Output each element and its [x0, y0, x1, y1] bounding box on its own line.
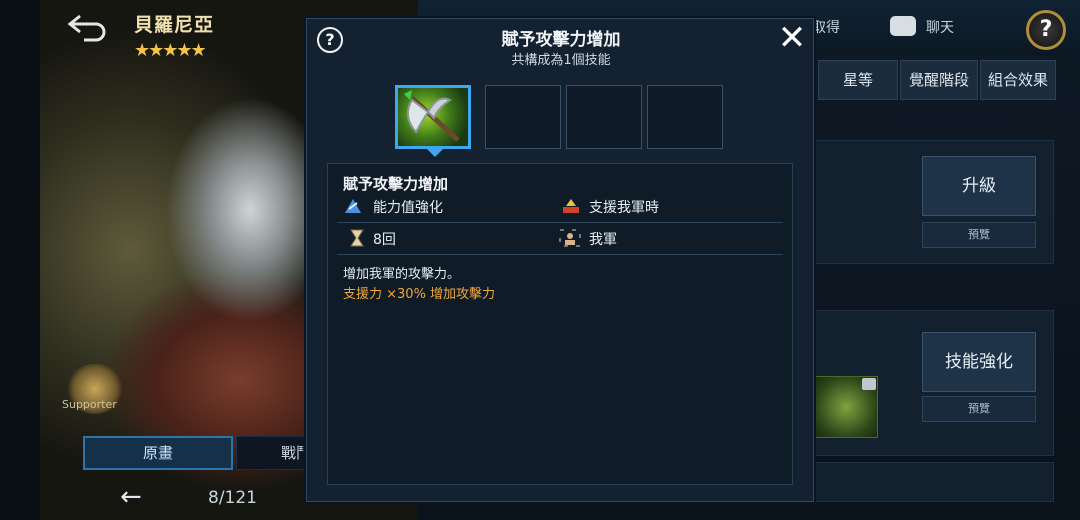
skill-name: 賦予攻擊力增加: [343, 175, 449, 193]
skill-slot-2[interactable]: [485, 85, 561, 149]
page-counter: 8/121: [208, 488, 257, 508]
skill-slot-3[interactable]: [566, 85, 642, 149]
upgrade-preview-button[interactable]: 預覽: [922, 222, 1036, 248]
previous-arrow-icon[interactable]: ←: [120, 484, 142, 510]
tab-combo-effect[interactable]: 組合效果: [980, 60, 1056, 100]
back-arrow-icon[interactable]: [66, 10, 110, 44]
ally-target-icon: [559, 229, 581, 247]
skill-popup: ? 賦予攻擊力增加 共構成為1個技能 ✕ 賦予攻擊力增加 能力值強化 支援我軍時: [306, 18, 814, 502]
skill-effect: 支援力 ×30% 增加攻擊力: [343, 287, 496, 302]
stat-boost-icon: [343, 197, 363, 215]
top-item-obtain[interactable]: 取得: [812, 17, 840, 37]
art-button[interactable]: 原畫: [83, 436, 233, 470]
skill-slot-1[interactable]: [395, 85, 471, 149]
hourglass-icon: [347, 229, 367, 247]
slot-pointer: [427, 149, 443, 157]
popup-title: 賦予攻擊力增加: [501, 30, 621, 50]
help-button[interactable]: ?: [1026, 10, 1066, 50]
close-icon[interactable]: ✕: [777, 21, 807, 55]
skill-upgrade-button[interactable]: 技能強化: [922, 332, 1036, 392]
popup-subtitle: 共構成為1個技能: [511, 53, 611, 68]
support-trigger-icon: [561, 197, 581, 215]
axe-icon: [404, 90, 460, 142]
skill-preview-button[interactable]: 預覽: [922, 396, 1036, 422]
tab-star-grade[interactable]: 星等: [818, 60, 898, 100]
lock-icon: [862, 378, 876, 390]
hero-name: 貝羅尼亞: [134, 14, 215, 36]
chat-icon[interactable]: [890, 16, 916, 36]
hero-stars: ★★★★★: [134, 40, 207, 61]
role-label: Supporter: [62, 398, 117, 411]
skill-type: 能力值強化: [373, 200, 443, 216]
skill-target: 我軍: [589, 232, 617, 248]
chat-label[interactable]: 聊天: [926, 17, 954, 37]
tab-awakening[interactable]: 覺醒階段: [900, 60, 978, 100]
skill-description: 增加我軍的攻擊力。: [343, 267, 461, 282]
skill-slot-4[interactable]: [647, 85, 723, 149]
divider: [337, 254, 783, 255]
divider: [337, 222, 783, 223]
skill-trigger: 支援我軍時: [589, 200, 659, 216]
game-screen: 貝羅尼亞 ★★★★★ Supporter 原畫 戰鬥圖片 ← 8/121 → 故…: [0, 0, 1080, 520]
upgrade-button[interactable]: 升級: [922, 156, 1036, 216]
left-margin: [0, 0, 40, 520]
skill-duration: 8回: [373, 232, 396, 248]
bottom-card: [814, 462, 1054, 502]
